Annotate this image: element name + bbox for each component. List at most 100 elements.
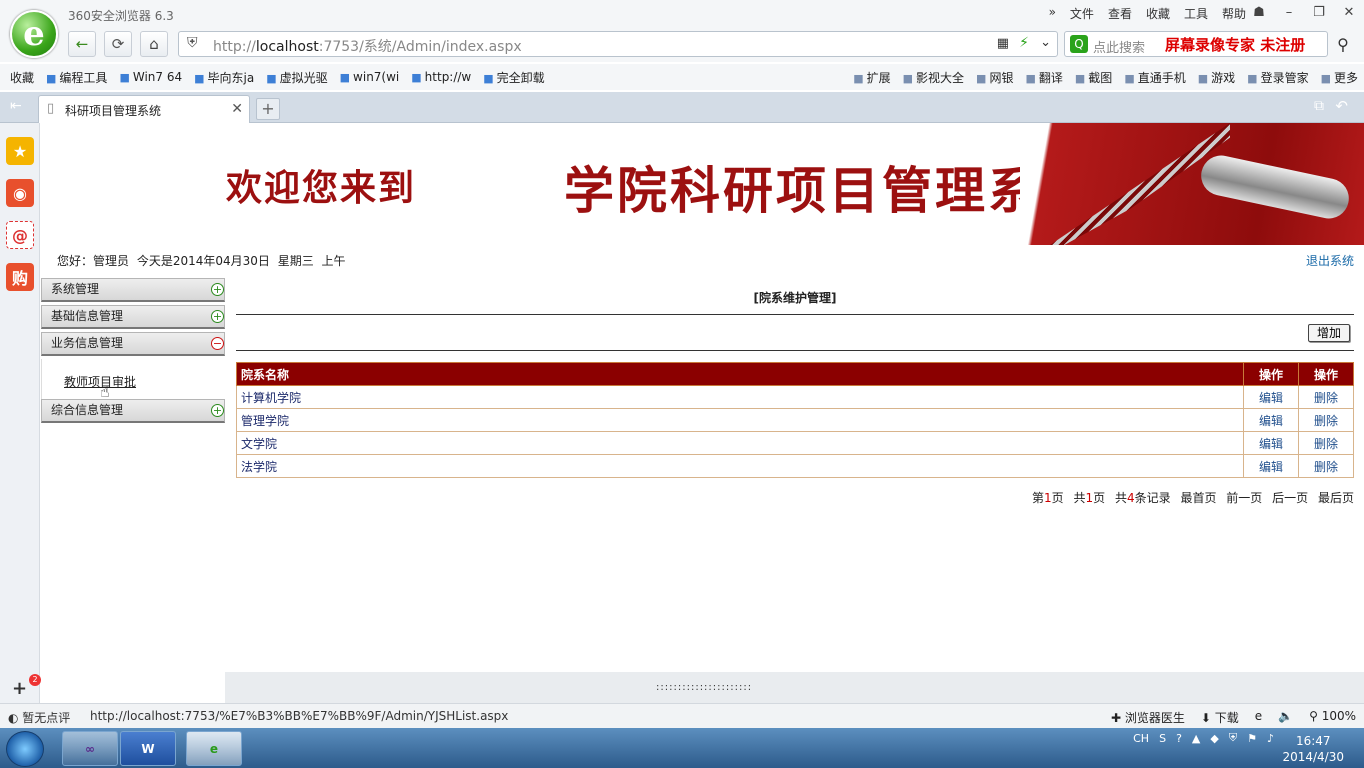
zoom-level[interactable]: ⚲ 100% [1309, 709, 1356, 726]
menu-system-management[interactable]: 系统管理 + [41, 278, 225, 302]
network-icon[interactable]: ◆ [1210, 732, 1218, 745]
menu-tools[interactable]: 工具 [1184, 5, 1208, 22]
add-sidebar-icon[interactable]: + [12, 678, 27, 699]
shopping-icon[interactable]: 购 [6, 263, 34, 291]
delete-link[interactable]: 删除 [1298, 385, 1354, 409]
weibo-icon[interactable]: ◉ [6, 179, 34, 207]
download-button[interactable]: ⬇ 下载 [1201, 709, 1239, 726]
browser-title: 360安全浏览器 6.3 [68, 9, 174, 23]
extension-item[interactable]: 登录管家 [1247, 69, 1309, 86]
bookmark-item[interactable]: Win7 64 [119, 70, 182, 84]
taskbar-360-browser-icon[interactable]: e [186, 731, 242, 766]
expand-icon[interactable]: + [211, 310, 224, 323]
back-button[interactable]: ← [68, 31, 96, 57]
minimize-button[interactable]: – [1274, 0, 1304, 24]
sidebar-toggle-icon[interactable]: ⇤ [10, 98, 22, 114]
table-row: 法学院 编辑 删除 [236, 454, 1354, 478]
language-indicator[interactable]: CH [1133, 732, 1149, 745]
edit-link[interactable]: 编辑 [1243, 385, 1299, 409]
menu-favorites[interactable]: 收藏 [1146, 5, 1170, 22]
bookmark-item[interactable]: http://w [411, 70, 472, 84]
pager-prev[interactable]: 前一页 [1226, 491, 1262, 505]
pager-next[interactable]: 后一页 [1272, 491, 1308, 505]
ie-icon[interactable]: e [1255, 709, 1262, 726]
mail-icon[interactable]: @ [6, 221, 34, 249]
extension-item[interactable]: 直通手机 [1124, 69, 1186, 86]
pager-last[interactable]: 最后页 [1318, 491, 1354, 505]
close-button[interactable]: ✕ [1334, 0, 1364, 24]
add-button[interactable]: 增加 [1308, 324, 1350, 342]
search-engine-icon[interactable]: Q [1070, 35, 1088, 53]
refresh-button[interactable]: ⟳ [104, 31, 132, 57]
browser-doctor[interactable]: ✚ 浏览器医生 [1111, 709, 1185, 726]
show-hidden-icon[interactable]: ▲ [1192, 732, 1200, 745]
column-header-edit: 操作 [1243, 362, 1299, 386]
bookmark-item[interactable]: 完全卸载 [483, 69, 545, 86]
menu-view[interactable]: 查看 [1108, 5, 1132, 22]
qr-code-icon[interactable]: ▦ [997, 36, 1009, 51]
notification-badge: 2 [29, 674, 41, 686]
edit-link[interactable]: 编辑 [1243, 454, 1299, 478]
clock[interactable]: 16:47 2014/4/30 [1282, 733, 1344, 765]
recorder-watermark: 屏幕录像专家 未注册 [1165, 36, 1306, 54]
home-button[interactable]: ⌂ [140, 31, 168, 57]
menu-comprehensive-info[interactable]: 综合信息管理 + [41, 399, 225, 423]
undo-close-icon[interactable]: ↶ [1335, 97, 1348, 115]
delete-link[interactable]: 删除 [1298, 431, 1354, 455]
menu-help[interactable]: 帮助 [1222, 5, 1246, 22]
menu-basic-info[interactable]: 基础信息管理 + [41, 305, 225, 329]
restore-tab-icon[interactable]: ⧉ [1314, 98, 1324, 114]
bookmark-item[interactable]: 编程工具 [46, 69, 107, 86]
pager-first[interactable]: 最首页 [1180, 491, 1216, 505]
tray-icon[interactable]: S [1159, 732, 1166, 745]
status-rating[interactable]: ◐ 暂无点评 [8, 709, 70, 726]
menu-file[interactable]: 文件 [1070, 5, 1094, 22]
window-controls: ☗ – ❐ ✕ [1244, 0, 1364, 24]
system-tray: CH S ? ▲ ◆ ⛨ ⚑ ♪ [1133, 731, 1274, 745]
extension-item[interactable]: 截图 [1075, 69, 1112, 86]
address-dropdown-icon[interactable]: ⌄ [1040, 35, 1051, 50]
bookmark-item[interactable]: 毕向东ja [194, 69, 255, 86]
help-icon[interactable]: ? [1176, 732, 1182, 745]
collapse-icon[interactable]: − [211, 337, 224, 350]
expand-icon[interactable]: + [211, 404, 224, 417]
edit-link[interactable]: 编辑 [1243, 408, 1299, 432]
extension-item[interactable]: 影视大全 [903, 69, 964, 86]
new-tab-button[interactable]: + [256, 98, 280, 120]
expand-icon[interactable]: + [211, 283, 224, 296]
security-icon[interactable]: ⛨ [1229, 731, 1237, 745]
start-button[interactable] [6, 731, 44, 767]
menu-more-icon[interactable]: » [1049, 5, 1056, 22]
bookmark-item[interactable]: win7(wi [340, 70, 399, 84]
extension-item[interactable]: 网银 [976, 69, 1013, 86]
panel-toolbar: 增加 [236, 315, 1354, 351]
logout-link[interactable]: 退出系统 [1306, 252, 1354, 269]
tab-close-icon[interactable]: ✕ [231, 101, 243, 117]
browser-logo-icon[interactable]: e [10, 10, 58, 58]
extension-item[interactable]: 扩展 [853, 69, 891, 86]
speed-mode-icon[interactable]: ⚡ [1019, 35, 1029, 51]
restore-button[interactable]: ❐ [1304, 0, 1334, 24]
bookmark-favorites[interactable]: 收藏 [10, 69, 34, 86]
search-icon[interactable]: ⚲ [1330, 31, 1356, 57]
extension-item[interactable]: 游戏 [1198, 69, 1235, 86]
delete-link[interactable]: 删除 [1298, 408, 1354, 432]
extension-item[interactable]: 更多 [1321, 69, 1358, 86]
favorites-star-icon[interactable]: ★ [6, 137, 34, 165]
flag-icon[interactable]: ⚑ [1247, 732, 1257, 745]
bookmark-item[interactable]: 虚拟光驱 [266, 69, 328, 86]
volume-icon[interactable]: ♪ [1267, 732, 1274, 745]
taskbar-word-icon[interactable]: W [120, 731, 176, 766]
sound-icon[interactable]: 🔈 [1278, 709, 1293, 726]
delete-link[interactable]: 删除 [1298, 454, 1354, 478]
edit-link[interactable]: 编辑 [1243, 431, 1299, 455]
search-box[interactable]: Q 点此搜索 屏幕录像专家 未注册 [1064, 31, 1328, 57]
extension-item[interactable]: 翻译 [1025, 69, 1063, 86]
frame-splitter[interactable]: :::::::::::::::::::::: [656, 682, 752, 693]
menu-business-info[interactable]: 业务信息管理 − [41, 332, 225, 356]
skin-icon[interactable]: ☗ [1244, 0, 1274, 24]
taskbar-visual-studio-icon[interactable]: ∞ [62, 731, 118, 766]
address-bar[interactable]: ⛨ http://localhost:7753/系统/Admin/index.a… [178, 31, 1058, 57]
submenu-business: 教师项目审批 [41, 359, 225, 399]
tab-active[interactable]: ▯ 科研项目管理系统 ✕ [38, 95, 250, 123]
